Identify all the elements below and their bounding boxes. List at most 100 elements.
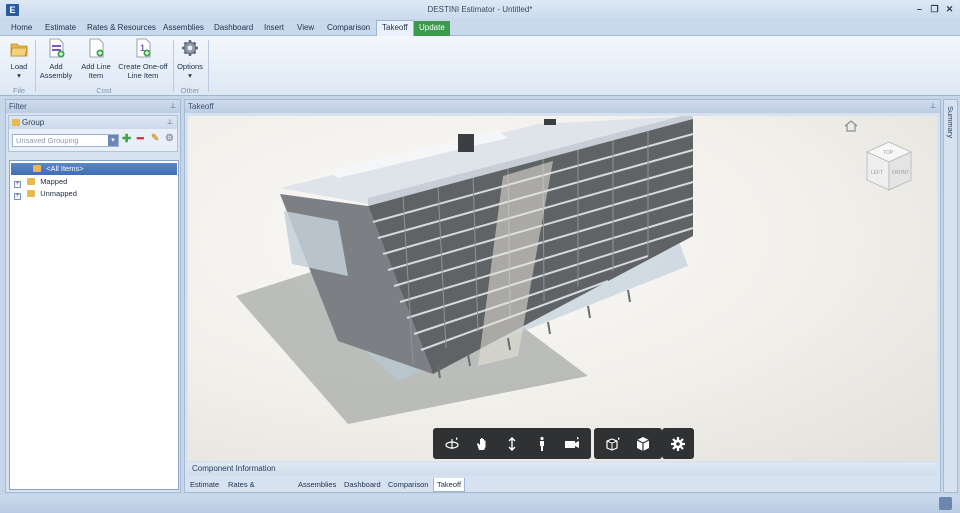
edit-pencil-icon[interactable]: ✎ [151, 133, 159, 145]
folder-icon [27, 178, 36, 185]
cube-left-label: LEFT [871, 170, 883, 176]
add-line-item-button[interactable]: Add Line Item [78, 38, 114, 80]
takeoff-title: Takeoff [188, 102, 214, 111]
group-separator [208, 40, 209, 92]
tree-item-label: <All Items> [46, 164, 84, 173]
walk-icon[interactable] [529, 432, 555, 456]
window-title: DESTINI Estimator - Untitled* [427, 5, 533, 14]
ribbon: Load ▾ File Add Assembly Add Line Item 1… [0, 36, 960, 96]
settings-toolbar [662, 428, 694, 459]
remove-group-icon[interactable]: ━ [137, 133, 144, 145]
building-model[interactable] [188, 116, 937, 461]
component-information-bar[interactable]: Component Information [188, 463, 937, 475]
ribbon-tab-bar: Home Estimate Rates & Resources Assembli… [0, 20, 960, 37]
one-off-icon: 1 [136, 38, 151, 58]
summary-label[interactable]: Summary [946, 106, 955, 138]
group-separator [35, 40, 36, 92]
status-icon[interactable] [939, 497, 952, 510]
tree-item-all-items[interactable]: <All Items> [11, 163, 177, 175]
doc-tab-estimate[interactable]: Estimate [190, 478, 219, 492]
orbit-icon[interactable] [439, 432, 465, 456]
minimize-button[interactable]: – [915, 3, 924, 15]
folder-icon [12, 119, 20, 126]
tab-update[interactable]: Update [414, 21, 450, 36]
status-bar [0, 495, 960, 513]
group-tree: <All Items> + Mapped + Unmapped [9, 160, 179, 490]
zoom-icon[interactable] [499, 432, 525, 456]
grouping-select-value: Unsaved Grouping [16, 136, 79, 145]
options-label: Options [177, 62, 203, 71]
tab-dashboard[interactable]: Dashboard [209, 21, 258, 36]
doc-tab-comparison[interactable]: Comparison [388, 478, 428, 492]
expand-icon[interactable]: + [14, 193, 21, 200]
add-assembly-button[interactable]: Add Assembly [38, 38, 74, 80]
doc-tab-rates-resources[interactable]: Rates & Resources [228, 478, 264, 503]
group-header: Group ⊥ [9, 116, 177, 129]
grouping-select[interactable]: Unsaved Grouping ▾ [12, 134, 119, 147]
expand-icon[interactable]: + [14, 181, 21, 188]
pin-icon[interactable]: ⊥ [170, 100, 176, 113]
tree-item-label: Unmapped [40, 189, 77, 198]
doc-tab-assemblies[interactable]: Assemblies [298, 478, 336, 492]
folder-open-icon [10, 43, 28, 57]
chevron-down-icon: ▾ [188, 71, 192, 80]
restore-button[interactable]: ❐ [930, 3, 939, 15]
add-assembly-label-2: Assembly [39, 71, 73, 80]
close-button[interactable]: ✕ [945, 3, 954, 15]
add-assembly-icon [49, 38, 65, 58]
cube-front-label: FRONT [892, 170, 909, 176]
add-line-item-icon [89, 38, 104, 58]
camera-icon[interactable] [559, 432, 585, 456]
chevron-down-icon: ▾ [17, 71, 21, 80]
load-label: Load [10, 62, 28, 71]
tab-view[interactable]: View [292, 21, 319, 36]
filter-panel: Filter ⊥ Group ⊥ Unsaved Grouping ▾ ✚ ━ … [5, 99, 181, 493]
tab-comparison[interactable]: Comparison [322, 21, 375, 36]
group-label-other: Other [180, 86, 200, 95]
pin-icon[interactable]: ⊥ [167, 116, 173, 129]
create-one-off-label-2: Line Item [127, 71, 159, 80]
tab-estimate[interactable]: Estimate [40, 21, 81, 36]
summary-side-panel[interactable]: Summary [943, 99, 958, 493]
group-title: Group [22, 118, 45, 127]
navigation-toolbar [433, 428, 591, 459]
explode-icon[interactable] [600, 432, 626, 456]
tree-item-unmapped[interactable]: + Unmapped [14, 188, 77, 200]
doc-tab-takeoff[interactable]: Takeoff [433, 478, 466, 492]
model-view-icon[interactable] [630, 432, 656, 456]
tab-rates-resources[interactable]: Rates & Resources [82, 21, 161, 36]
pan-icon[interactable] [469, 432, 495, 456]
tab-home[interactable]: Home [6, 21, 37, 36]
tab-insert[interactable]: Insert [259, 21, 289, 36]
folder-icon [33, 165, 41, 172]
add-assembly-label-1: Add [49, 62, 63, 71]
options-button[interactable]: Options ▾ [175, 38, 205, 80]
gear-icon[interactable]: ⚙ [165, 133, 174, 145]
cube-top-label: TOP [883, 150, 894, 156]
gear-icon [182, 40, 198, 56]
tab-assemblies[interactable]: Assemblies [158, 21, 209, 36]
load-button[interactable]: Load ▾ [6, 38, 32, 80]
group-label-cost: Cost [96, 86, 112, 95]
filter-title: Filter [9, 102, 27, 111]
group-separator [173, 40, 174, 92]
add-group-icon[interactable]: ✚ [122, 133, 131, 145]
model-toolbar [594, 428, 662, 459]
add-line-item-label-1: Add Line [81, 62, 111, 71]
create-one-off-label-1: Create One-off [118, 62, 168, 71]
create-one-off-button[interactable]: 1 Create One-off Line Item [115, 38, 171, 80]
home-icon[interactable] [844, 120, 858, 132]
tree-item-mapped[interactable]: + Mapped [14, 176, 67, 188]
filter-panel-header: Filter ⊥ [6, 100, 180, 113]
tab-takeoff[interactable]: Takeoff [376, 20, 414, 37]
pin-icon[interactable]: ⊥ [930, 100, 936, 113]
settings-icon[interactable] [665, 432, 691, 456]
takeoff-panel: Takeoff ⊥ TOP LEFT FRONT Component Infor… [184, 99, 941, 503]
chevron-down-icon[interactable]: ▾ [108, 135, 118, 146]
doc-tab-dashboard[interactable]: Dashboard [344, 478, 381, 492]
takeoff-panel-header: Takeoff ⊥ [185, 100, 940, 113]
tree-item-label: Mapped [40, 177, 68, 186]
group-label-file: File [12, 86, 26, 95]
view-cube[interactable]: TOP LEFT FRONT [864, 140, 914, 196]
model-viewport[interactable]: TOP LEFT FRONT [188, 116, 937, 461]
